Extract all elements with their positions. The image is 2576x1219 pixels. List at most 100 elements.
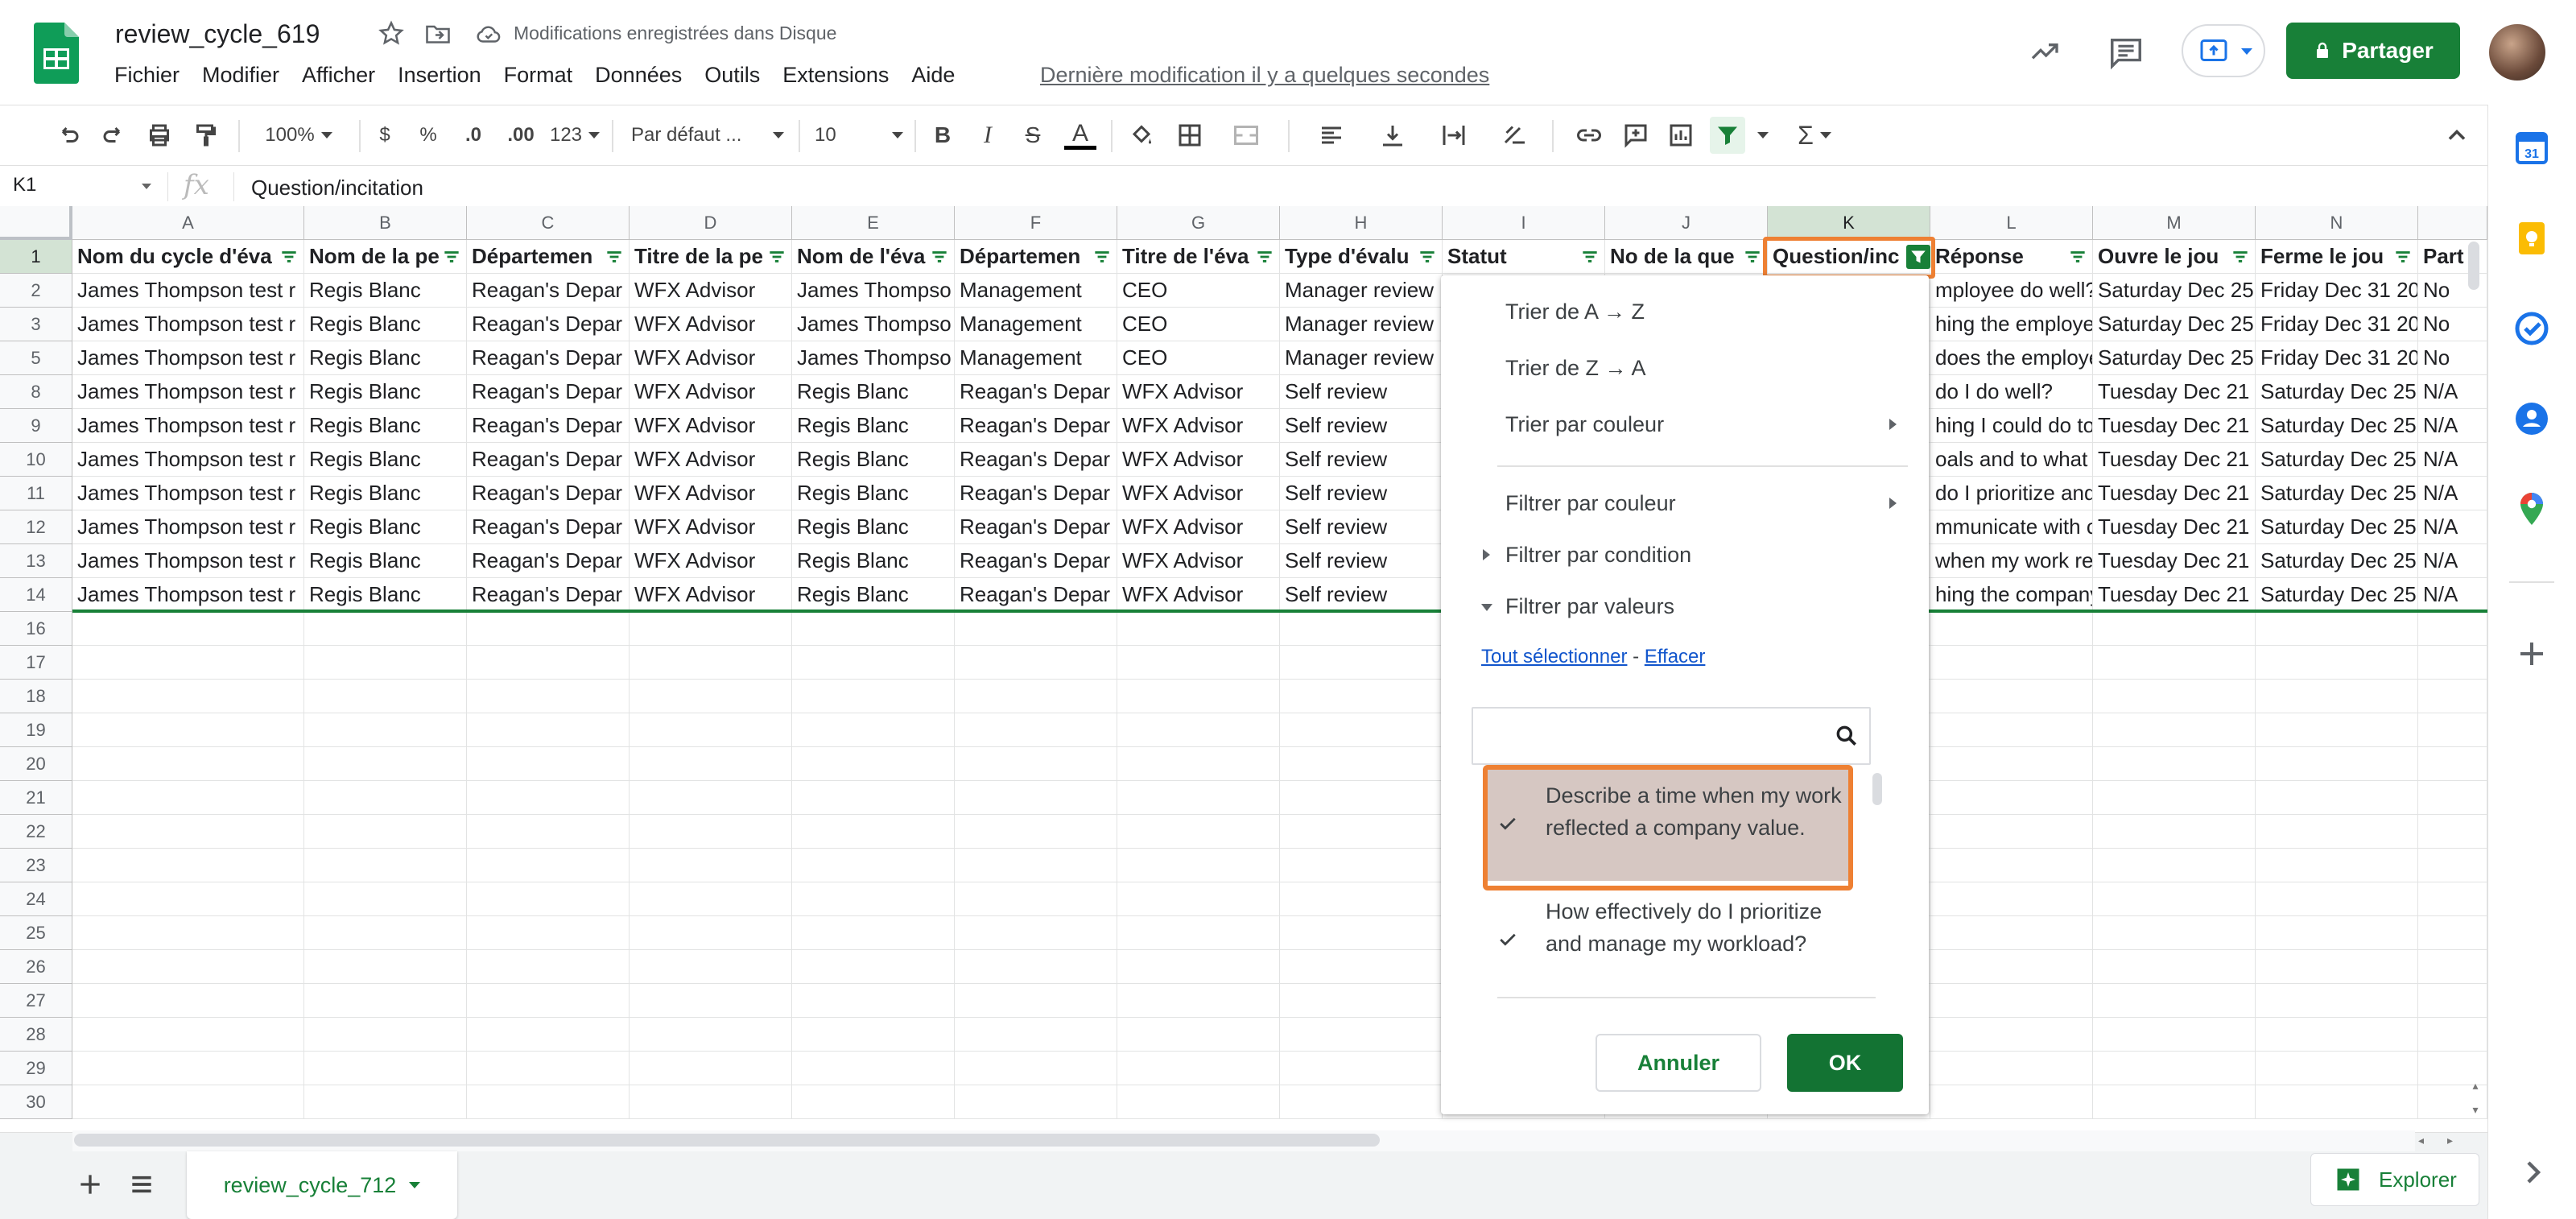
table-cell[interactable]: Reagan's Depar (467, 375, 630, 409)
row-header[interactable]: 14 (0, 578, 72, 612)
table-cell[interactable]: Self review (1280, 409, 1443, 443)
table-cell[interactable] (1930, 680, 2093, 713)
decrease-decimal-button[interactable]: .0 (456, 117, 491, 154)
column-header[interactable]: C (467, 206, 630, 240)
table-cell[interactable] (304, 849, 467, 882)
table-cell[interactable]: Reagan's Depar (467, 341, 630, 375)
table-cell[interactable] (630, 984, 792, 1018)
table-cell[interactable]: Saturday Dec 25 (2256, 578, 2418, 612)
scroll-left-icon[interactable]: ◂ (2418, 1134, 2434, 1148)
collapse-toolbar-icon[interactable] (2439, 117, 2475, 154)
table-cell[interactable]: James Thompso (792, 308, 955, 341)
table-cell[interactable]: Self review (1280, 443, 1443, 477)
table-cell[interactable] (955, 1052, 1117, 1085)
table-cell[interactable] (1930, 1018, 2093, 1052)
account-avatar[interactable] (2489, 24, 2545, 81)
table-cell[interactable] (2093, 916, 2256, 950)
table-cell[interactable]: Reagan's Depar (955, 510, 1117, 544)
table-cell[interactable] (1280, 1052, 1443, 1085)
table-cell[interactable]: N/A (2418, 409, 2487, 443)
table-cell[interactable]: do I do well? (1930, 375, 2093, 409)
table-cell[interactable] (955, 950, 1117, 984)
expand-arrow-icon[interactable] (1483, 549, 1490, 560)
table-cell[interactable]: James Thompson test r (72, 477, 304, 510)
table-cell[interactable] (304, 1052, 467, 1085)
maps-icon[interactable] (2512, 490, 2551, 528)
row-header[interactable]: 19 (0, 713, 72, 747)
column-filter-icon[interactable] (1254, 246, 1275, 267)
table-cell[interactable] (2256, 815, 2418, 849)
table-cell[interactable] (2093, 984, 2256, 1018)
row-header[interactable]: 26 (0, 950, 72, 984)
table-cell[interactable] (72, 747, 304, 781)
column-header[interactable]: F (955, 206, 1117, 240)
filter-by-values-option[interactable]: Filtrer par valeurs (1505, 594, 1674, 619)
table-cell[interactable]: WFX Advisor (1117, 544, 1280, 578)
table-cell[interactable] (2418, 713, 2487, 747)
table-cell[interactable]: WFX Advisor (1117, 477, 1280, 510)
table-cell[interactable] (2418, 950, 2487, 984)
table-cell[interactable] (304, 646, 467, 680)
table-cell[interactable] (72, 815, 304, 849)
row-header[interactable]: 13 (0, 544, 72, 578)
table-cell[interactable] (467, 612, 630, 646)
table-cell[interactable] (955, 612, 1117, 646)
table-cell[interactable] (955, 680, 1117, 713)
table-cell[interactable]: James Thompson test r (72, 510, 304, 544)
checkmark-icon[interactable] (1496, 928, 1520, 952)
print-icon[interactable] (142, 117, 177, 154)
table-cell[interactable]: Saturday Dec 25 (2093, 341, 2256, 375)
table-cell[interactable] (630, 612, 792, 646)
table-cell[interactable] (467, 916, 630, 950)
table-cell[interactable]: Tuesday Dec 21 (2093, 510, 2256, 544)
filter-value-option[interactable]: How effectively do I prioritize and mana… (1546, 895, 1852, 960)
table-cell[interactable]: Manager review (1280, 308, 1443, 341)
table-cell[interactable]: Reagan's Depar (467, 578, 630, 612)
table-cell[interactable]: Regis Blanc (792, 375, 955, 409)
table-cell[interactable] (72, 1018, 304, 1052)
font-family-select[interactable]: Par défaut ... (631, 117, 784, 154)
add-sheet-icon[interactable] (74, 1168, 106, 1200)
table-cell[interactable] (1117, 1018, 1280, 1052)
table-cell[interactable]: Regis Blanc (304, 544, 467, 578)
present-button[interactable] (2182, 24, 2265, 77)
table-cell[interactable] (792, 713, 955, 747)
tasks-icon[interactable] (2512, 309, 2551, 348)
table-cell[interactable]: James Thompson test r (72, 375, 304, 409)
cloud-saved-icon[interactable] (473, 21, 504, 48)
table-cell[interactable]: James Thompson test r (72, 578, 304, 612)
filter-search-input[interactable] (1472, 707, 1871, 765)
table-cell[interactable] (2093, 1085, 2256, 1119)
table-cell[interactable] (2093, 612, 2256, 646)
add-addon-icon[interactable] (2512, 634, 2551, 673)
table-cell[interactable] (304, 815, 467, 849)
row-header[interactable]: 25 (0, 916, 72, 950)
table-cell[interactable] (2256, 646, 2418, 680)
scroll-down-icon[interactable]: ▾ (2463, 1103, 2487, 1119)
table-cell[interactable]: Management (955, 308, 1117, 341)
column-header[interactable]: J (1605, 206, 1768, 240)
table-cell[interactable] (630, 849, 792, 882)
table-cell[interactable] (1117, 882, 1280, 916)
table-cell[interactable]: Tuesday Dec 21 (2093, 544, 2256, 578)
table-cell[interactable]: N/A (2418, 544, 2487, 578)
table-cell[interactable] (955, 916, 1117, 950)
table-cell[interactable] (630, 680, 792, 713)
text-wrap-icon[interactable] (1430, 117, 1478, 154)
table-cell[interactable] (2418, 646, 2487, 680)
table-cell[interactable] (304, 747, 467, 781)
row-header[interactable]: 27 (0, 984, 72, 1018)
table-cell[interactable]: oals and to what (1930, 443, 2093, 477)
filter-value-option[interactable]: Describe a time when my work reflected a… (1546, 779, 1852, 844)
collapse-arrow-icon[interactable] (1481, 604, 1492, 611)
filter-icon[interactable] (1710, 117, 1745, 154)
row-header[interactable]: 17 (0, 646, 72, 680)
table-cell[interactable]: Regis Blanc (304, 341, 467, 375)
table-cell[interactable] (2256, 916, 2418, 950)
table-cell[interactable] (1930, 984, 2093, 1018)
table-cell[interactable]: Regis Blanc (304, 578, 467, 612)
table-cell[interactable] (304, 916, 467, 950)
table-cell[interactable] (630, 882, 792, 916)
star-icon[interactable] (377, 19, 406, 48)
table-cell[interactable] (2093, 815, 2256, 849)
